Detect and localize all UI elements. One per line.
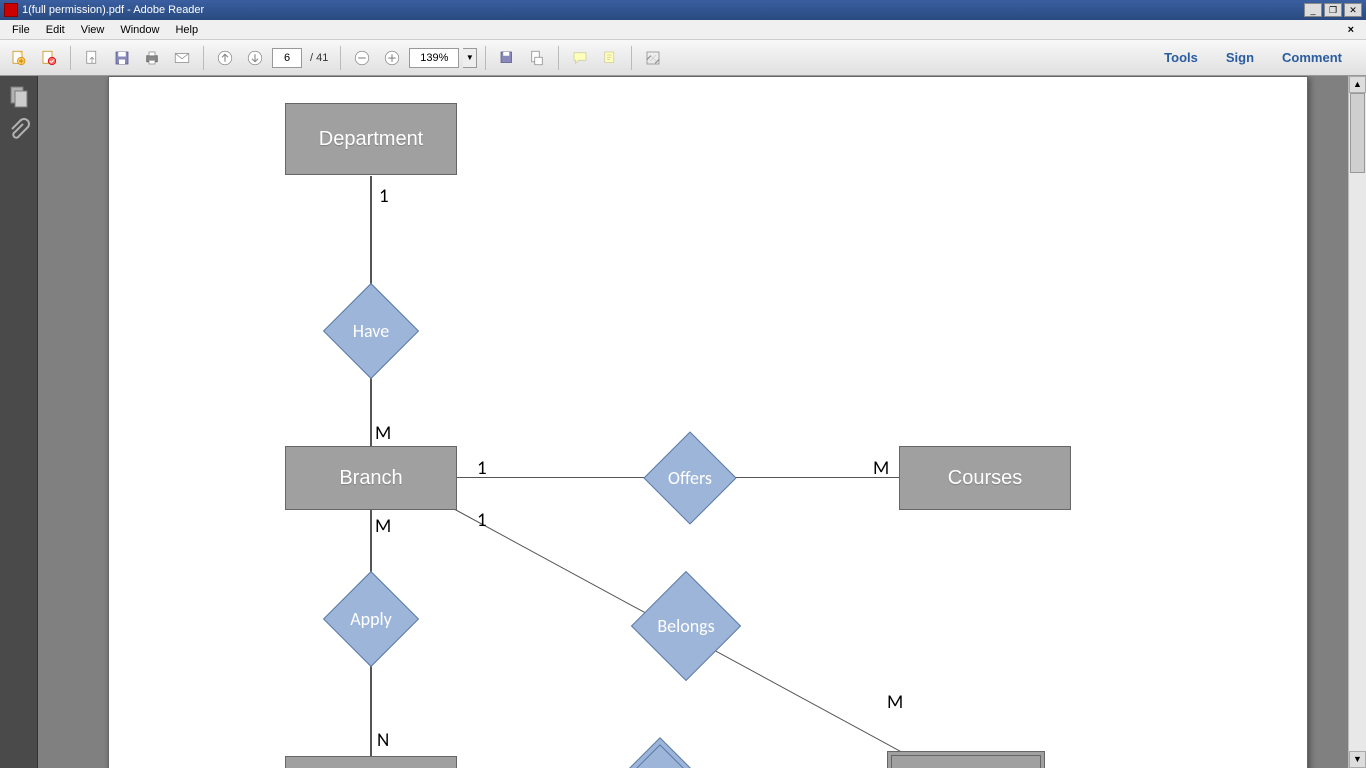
comment-link[interactable]: Comment	[1274, 46, 1350, 69]
entity-department: Department	[285, 103, 457, 175]
create-pdf-icon[interactable]	[36, 45, 62, 71]
menu-window[interactable]: Window	[112, 22, 167, 38]
menu-file[interactable]: File	[4, 22, 38, 38]
open-icon[interactable]	[79, 45, 105, 71]
toolbar-right: Tools Sign Comment	[1156, 46, 1360, 69]
nav-sidebar	[0, 76, 38, 768]
email-icon[interactable]	[169, 45, 195, 71]
zoom-out-icon[interactable]	[349, 45, 375, 71]
restore-button[interactable]: ❐	[1324, 3, 1342, 17]
er-diagram: Department Branch Courses Applicant Stud…	[109, 77, 1307, 768]
entity-courses: Courses	[899, 446, 1071, 510]
export-pdf-icon[interactable]	[6, 45, 32, 71]
document-area[interactable]: Department Branch Courses Applicant Stud…	[38, 76, 1346, 768]
scroll-thumb[interactable]	[1350, 93, 1365, 173]
card-branch-apply: M	[375, 515, 391, 538]
entity-branch: Branch	[285, 446, 457, 510]
close-button[interactable]: ✕	[1344, 3, 1362, 17]
scroll-down-icon[interactable]: ▼	[1349, 751, 1366, 768]
card-offers-courses: M	[873, 457, 889, 480]
highlight-icon[interactable]	[597, 45, 623, 71]
rel-apply: Apply	[337, 585, 405, 653]
page-number-input[interactable]	[272, 48, 302, 68]
rel-offers: Offers	[657, 445, 723, 511]
minimize-button[interactable]: _	[1304, 3, 1322, 17]
card-belongs-student: M	[887, 691, 903, 714]
zoom-input[interactable]	[409, 48, 459, 68]
menu-view[interactable]: View	[73, 22, 113, 38]
card-apply-applicant: N	[377, 729, 389, 752]
attachments-icon[interactable]	[7, 118, 31, 142]
rel-have: Have	[337, 297, 405, 365]
read-mode-icon[interactable]	[640, 45, 666, 71]
print-icon[interactable]	[139, 45, 165, 71]
entity-applicant: Applicant	[285, 756, 457, 768]
tools-link[interactable]: Tools	[1156, 46, 1206, 69]
card-branch-offers: 1	[477, 457, 487, 480]
entity-student: Student	[887, 751, 1045, 768]
page-total-label: / 41	[306, 52, 332, 64]
page-down-icon[interactable]	[242, 45, 268, 71]
rel-belongs: Belongs	[647, 587, 725, 665]
vertical-scrollbar[interactable]: ▲ ▼	[1348, 76, 1366, 768]
window-title: 1(full permission).pdf - Adobe Reader	[22, 4, 1304, 16]
thumbnails-icon[interactable]	[7, 84, 31, 108]
card-branch-belongs: 1	[477, 509, 487, 532]
titlebar: 1(full permission).pdf - Adobe Reader _ …	[0, 0, 1366, 20]
doc-close-button[interactable]: ×	[1340, 22, 1362, 38]
window-controls: _ ❐ ✕	[1304, 3, 1362, 17]
snapshot-icon[interactable]	[524, 45, 550, 71]
app-icon	[4, 3, 18, 17]
zoom-in-icon[interactable]	[379, 45, 405, 71]
zoom-dropdown-icon[interactable]: ▼	[463, 48, 477, 68]
save-copy-icon[interactable]	[494, 45, 520, 71]
comment-icon[interactable]	[567, 45, 593, 71]
menubar: File Edit View Window Help ×	[0, 20, 1366, 40]
menu-edit[interactable]: Edit	[38, 22, 73, 38]
save-icon[interactable]	[109, 45, 135, 71]
scroll-up-icon[interactable]: ▲	[1349, 76, 1366, 93]
page-up-icon[interactable]	[212, 45, 238, 71]
menu-help[interactable]: Help	[167, 22, 206, 38]
rel-selected: Selected	[624, 752, 696, 768]
card-have-branch: M	[375, 422, 391, 445]
card-dept: 1	[379, 185, 389, 208]
toolbar: / 41 ▼ Tools Sign Comment	[0, 40, 1366, 76]
pdf-page: Department Branch Courses Applicant Stud…	[108, 76, 1308, 768]
sign-link[interactable]: Sign	[1218, 46, 1262, 69]
